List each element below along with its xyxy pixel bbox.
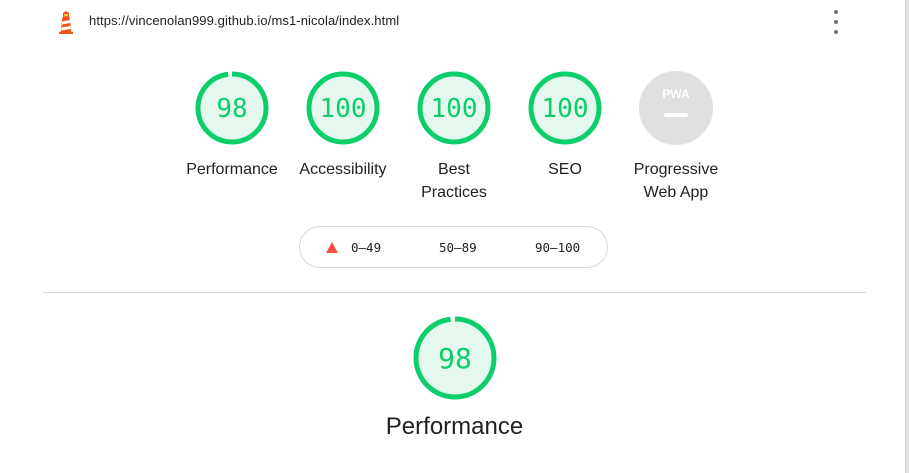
section-divider <box>43 292 866 293</box>
gauge-seo[interactable]: 100 SEO <box>509 70 621 181</box>
lighthouse-icon <box>59 11 73 34</box>
gauge-score: 100 <box>320 94 367 124</box>
section-score: 98 <box>438 342 472 375</box>
gauge-label: SEO <box>548 161 582 178</box>
gauge-accessibility[interactable]: 100 Accessibility <box>287 70 399 181</box>
pwa-dash <box>664 113 688 117</box>
gauge-label-line2: Web App <box>643 184 709 201</box>
gauge-label-line2: Practices <box>421 184 487 201</box>
gauge-label-line1: Progressive <box>633 161 719 178</box>
best-practices-score-ring: 100 <box>417 71 491 145</box>
performance-score-ring: 98 <box>195 71 269 145</box>
performance-section-gauge[interactable]: 98 <box>412 315 498 401</box>
gauge-pwa[interactable]: PWA Progressive Web App <box>620 70 732 204</box>
pwa-badge-icon: PWA <box>639 71 713 145</box>
seo-score-ring: 100 <box>528 71 602 145</box>
gauge-score: 100 <box>542 94 589 124</box>
more-vert-icon[interactable] <box>829 10 843 34</box>
legend-average-range: 50–89 <box>439 240 477 255</box>
pwa-badge-text: PWA <box>662 87 690 101</box>
legend-fail-range: 0–49 <box>351 240 382 255</box>
gauge-performance[interactable]: 98 Performance <box>176 70 288 181</box>
gauge-label: Accessibility <box>299 161 387 178</box>
gauge-score: 100 <box>431 94 478 124</box>
gauge-label: Performance <box>186 161 278 178</box>
accessibility-score-ring: 100 <box>306 71 380 145</box>
category-gauges: 98 Performance 100 Accessibility 100 Bes… <box>176 70 732 210</box>
triangle-fail-icon <box>326 242 338 253</box>
gauge-label: Best Practices <box>398 158 510 204</box>
legend-pass-range: 90–100 <box>535 240 581 255</box>
report-topbar: https://vincenolan999.github.io/ms1-nico… <box>0 0 905 42</box>
gauge-best-practices[interactable]: 100 Best Practices <box>398 70 510 204</box>
gauge-label: Progressive Web App <box>620 158 732 204</box>
gauge-label-line1: Best <box>437 161 470 178</box>
gauge-score: 98 <box>216 94 247 124</box>
window-edge <box>905 0 909 473</box>
report-url[interactable]: https://vincenolan999.github.io/ms1-nico… <box>89 13 399 28</box>
section-title: Performance <box>385 413 524 440</box>
score-scale-legend: 0–49 50–89 90–100 <box>299 226 608 268</box>
